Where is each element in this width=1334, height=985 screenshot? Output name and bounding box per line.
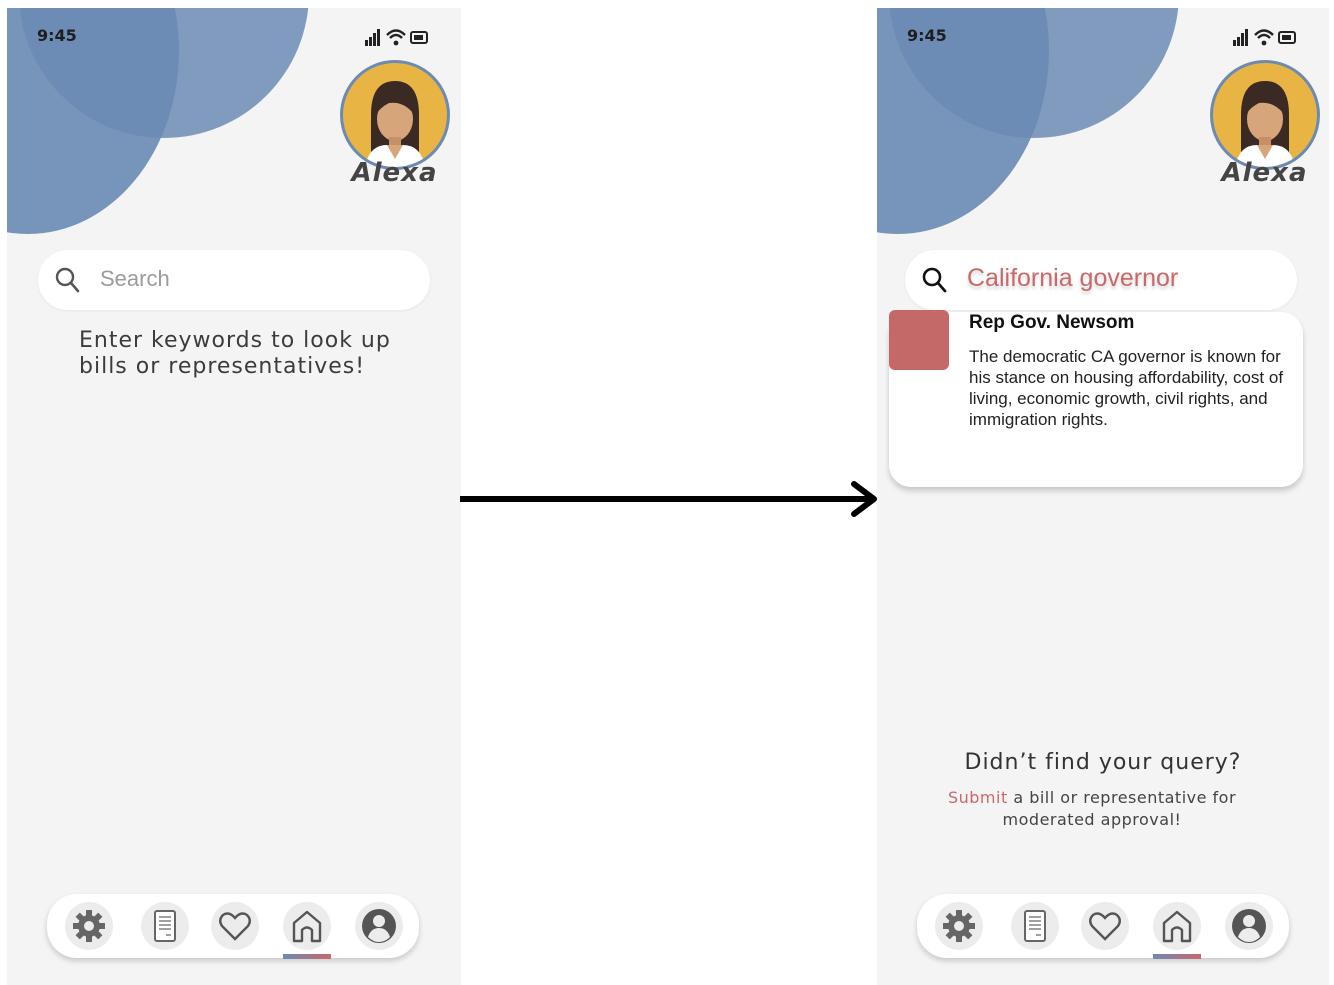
wifi-icon (1254, 29, 1274, 39)
home-icon (1162, 910, 1192, 943)
home-icon (292, 910, 322, 943)
heart-icon (1089, 912, 1121, 941)
status-time: 9:45 (907, 26, 947, 45)
nav-favorites-button[interactable] (1081, 902, 1129, 950)
status-icons (365, 29, 428, 46)
nav-bills-button[interactable] (141, 902, 189, 950)
user-name: Alexa (351, 158, 438, 188)
avatar-illustration (365, 81, 425, 167)
submit-note-text: a bill or representative for moderated a… (1002, 788, 1237, 829)
user-avatar[interactable] (340, 60, 450, 170)
transition-arrow (460, 481, 877, 517)
nav-bills-button[interactable] (1011, 902, 1059, 950)
search-result-card[interactable]: Rep Gov. Newsom The democratic CA govern… (889, 310, 1303, 487)
search-placeholder: Search (100, 266, 170, 291)
result-title: Rep Gov. Newsom (969, 312, 1135, 333)
document-icon (154, 910, 176, 942)
profile-icon (362, 909, 396, 943)
search-hint: Enter keywords to look up bills or repre… (79, 328, 439, 380)
not-found-heading: Didn’t find your query? (964, 750, 1242, 775)
search-icon (55, 267, 80, 293)
result-thumbnail (889, 310, 949, 370)
battery-icon (1278, 31, 1296, 44)
nav-profile-button[interactable] (1225, 902, 1273, 950)
user-avatar[interactable] (1210, 60, 1320, 170)
bottom-nav (917, 894, 1289, 959)
submit-link[interactable]: Submit (948, 788, 1008, 807)
profile-icon (1232, 909, 1266, 943)
active-tab-indicator (1153, 954, 1201, 959)
nav-settings-button[interactable] (65, 902, 113, 950)
nav-profile-button[interactable] (355, 902, 403, 950)
heart-icon (219, 912, 251, 941)
result-description: The democratic CA governor is known for … (969, 347, 1284, 429)
hint-line: Enter keywords to look up (79, 328, 391, 353)
bottom-nav (47, 894, 419, 959)
nav-home-button[interactable] (1153, 902, 1201, 950)
hint-line: bills or representatives! (79, 354, 366, 379)
search-icon (922, 267, 947, 293)
battery-icon (410, 31, 428, 44)
submit-note: Submit a bill or representative for mode… (932, 787, 1252, 831)
signal-icon (365, 29, 380, 46)
document-icon (1024, 910, 1046, 942)
search-query: California governor (967, 264, 1179, 292)
nav-favorites-button[interactable] (211, 902, 259, 950)
settings-icon (73, 910, 105, 942)
signal-icon (1233, 29, 1248, 46)
search-input[interactable]: Search (38, 250, 430, 310)
nav-settings-button[interactable] (935, 902, 983, 950)
settings-icon (943, 910, 975, 942)
search-input[interactable]: California governor (905, 250, 1297, 310)
avatar-illustration (1235, 81, 1295, 167)
search-screen-empty: 9:45 Alexa Search Enter keywords to look… (7, 8, 461, 985)
user-name: Alexa (1221, 158, 1308, 188)
wifi-icon (386, 29, 406, 39)
active-tab-indicator (283, 954, 331, 959)
status-icons (1233, 29, 1296, 46)
nav-home-button[interactable] (283, 902, 331, 950)
search-screen-results: 9:45 Alexa California governor Rep Gov. … (877, 8, 1329, 985)
status-time: 9:45 (37, 26, 77, 45)
